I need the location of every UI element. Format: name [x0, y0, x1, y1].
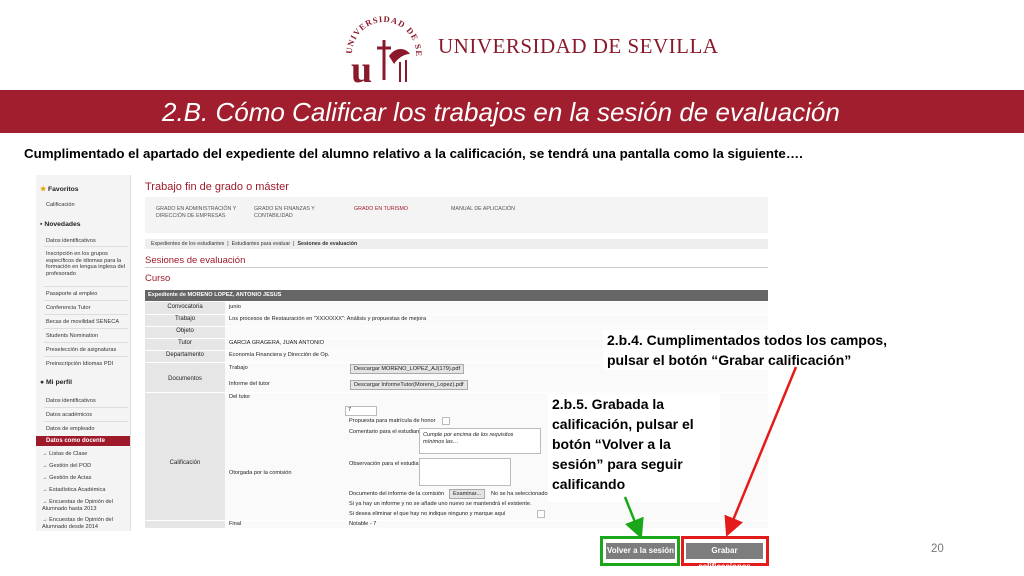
- comentario-value: Cumple por encima de los requisitos míni…: [423, 432, 514, 445]
- label-tutor: Tutor: [178, 340, 192, 346]
- user-icon: ●: [40, 379, 45, 386]
- sidebar-item-calificacion[interactable]: Calificación: [46, 202, 128, 209]
- sidebar-favoritos[interactable]: ★ Favoritos: [40, 185, 79, 193]
- download-informe-button[interactable]: Descargar InformeTutor(Moreno_Lopez).pdf: [350, 380, 468, 390]
- sidebar-item[interactable]: Becas de movilidad SENECA: [46, 319, 128, 326]
- eliminar-checkbox[interactable]: [537, 510, 545, 518]
- label-propuesta-mh: Propuesta para matrícula de honor: [349, 418, 436, 424]
- sidebar-subitem[interactable]: → Gestión del POD: [42, 463, 128, 470]
- sidebar-item[interactable]: Conferencia Tutor: [46, 305, 128, 312]
- label-trabajo: Trabajo: [174, 316, 196, 322]
- sidebar-subitem[interactable]: → Estadística Académica: [42, 487, 128, 494]
- value-convocatoria: junio: [229, 304, 241, 310]
- curso-title: Curso: [145, 273, 171, 284]
- sidebar-item[interactable]: Preinscripción Idiomas PDI: [46, 361, 128, 368]
- label-doc-trabajo: Trabajo: [229, 365, 248, 371]
- label-del-tutor: Del tutor: [229, 394, 251, 400]
- folder-icon: ▪: [40, 221, 43, 228]
- page-number: 20: [931, 543, 944, 555]
- download-trabajo-button[interactable]: Descargar MORENO_LOPEZ_AJ(179).pdf: [350, 364, 465, 374]
- tab-manual[interactable]: MANUAL DE APLICACIÓN: [451, 206, 531, 213]
- app-heading: Trabajo fin de grado o máster: [145, 181, 289, 193]
- sidebar-item[interactable]: Preselección de asignaturas: [46, 347, 128, 354]
- label-eliminar: Si desea eliminar el que hay no indique …: [349, 511, 506, 517]
- arrow-right-icon: →: [42, 451, 48, 457]
- breadcrumb-link[interactable]: Expedientes de los estudiantes: [151, 241, 224, 247]
- label-departamento: Departamento: [165, 352, 205, 358]
- university-name: UNIVERSIDAD DE SEVILLA: [438, 34, 719, 58]
- tab-grado-turismo[interactable]: GRADO EN TURISMO: [354, 206, 424, 213]
- label-otorgada: Otorgada por la comisión: [229, 470, 292, 476]
- label-final: Final: [229, 521, 242, 527]
- section-title: Sesiones de evaluación: [145, 255, 246, 266]
- sidebar-item[interactable]: Datos académicos: [46, 412, 128, 419]
- label-convocatoria: Convocatoria: [167, 304, 203, 310]
- value-trabajo: Los procesos de Restauración en "XXXXXXX…: [229, 316, 427, 322]
- breadcrumb: Expedientes de los estudiantes | Estudia…: [145, 239, 768, 249]
- sidebar: ★ Favoritos Calificación ▪ Novedades Dat…: [36, 175, 131, 531]
- breadcrumb-current: Sesiones de evaluación: [297, 241, 358, 247]
- label-objeto: Objeto: [176, 328, 194, 334]
- breadcrumb-link[interactable]: Estudiantes para evaluar: [232, 241, 291, 247]
- arrow-right-icon: →: [42, 463, 48, 469]
- propuesta-mh-checkbox[interactable]: [442, 417, 450, 425]
- arrow-right-icon: →: [42, 499, 48, 505]
- arrow-right-icon: →: [42, 487, 48, 493]
- callout-volver: 2.b.5. Grabada la calificación, pulsar e…: [548, 394, 720, 502]
- sidebar-item-active[interactable]: Datos como docente: [36, 436, 130, 446]
- label-documento-comision: Documento del informe de la comisión: [349, 491, 445, 497]
- expediente-header-text: Expediente de MORENO LOPEZ, ANTONIO JESU…: [148, 292, 282, 298]
- sidebar-item[interactable]: Students Nomination: [46, 333, 128, 340]
- no-file-text: No se ha seleccionado: [491, 491, 548, 497]
- label-calificacion: Calificación: [169, 460, 201, 466]
- sidebar-item[interactable]: Datos de empleado: [46, 426, 128, 433]
- label-comentario: Comentario para el estudiante: [349, 429, 424, 435]
- grabar-calificaciones-button[interactable]: Grabar calificaciones: [686, 543, 763, 571]
- svg-text:u: u: [351, 49, 372, 86]
- volver-a-la-sesion-button[interactable]: Volver a la sesión: [606, 543, 675, 559]
- intro-text: Cumplimentado el apartado del expediente…: [24, 146, 803, 161]
- arrow-right-icon: →: [42, 475, 48, 481]
- sidebar-subitem[interactable]: → Encuestas de Opinión del Alumnado desd…: [42, 517, 128, 530]
- slide-title: 2.B. Cómo Calificar los trabajos en la s…: [162, 97, 840, 127]
- label-doc-informe: Informe del tutor: [229, 381, 270, 387]
- tutor-grade-field[interactable]: 7: [345, 406, 377, 416]
- sidebar-subitem[interactable]: → Gestión de Actas: [42, 475, 128, 482]
- sidebar-item[interactable]: Inscripción en los grupos específicos de…: [46, 251, 128, 277]
- star-icon: ★: [40, 186, 47, 193]
- informe-notice: Si ya hay un informe y no se añade uno n…: [349, 501, 532, 507]
- arrow-right-icon: →: [42, 517, 48, 523]
- sidebar-subitem[interactable]: → Encuestas de Opinión del Alumnado hast…: [42, 499, 128, 512]
- sidebar-item[interactable]: Pasaporte al empleo: [46, 291, 128, 298]
- tab-grado-finanzas[interactable]: GRADO EN FINANZAS Y CONTABILIDAD: [254, 206, 332, 220]
- sidebar-item[interactable]: Datos identificativos: [46, 238, 128, 245]
- callout-grabar: 2.b.4. Cumplimentados todos los campos, …: [603, 330, 927, 370]
- value-final: Notable - 7: [349, 521, 377, 527]
- examinar-button[interactable]: Examinar...: [449, 489, 485, 499]
- sidebar-subitem[interactable]: → Listas de Clase: [42, 451, 128, 458]
- value-departamento: Economía Financiera y Dirección de Op.: [229, 352, 330, 358]
- label-documentos: Documentos: [168, 376, 202, 382]
- value-tutor: GARCIA GRAGERA, JUAN ANTONIO: [229, 340, 325, 346]
- label-observacion: Observación para el estudiante: [349, 461, 427, 467]
- sidebar-novedades[interactable]: ▪ Novedades: [40, 221, 81, 228]
- sidebar-miperfil[interactable]: ● Mi perfil: [40, 379, 72, 386]
- university-seal-logo: UNIVERSIDAD DE SEVILLA u: [340, 2, 424, 91]
- sidebar-item[interactable]: Datos identificativos: [46, 398, 128, 405]
- tab-grado-ade[interactable]: GRADO EN ADMINISTRACIÓN Y DIRECCIÓN DE E…: [156, 206, 240, 220]
- observacion-textarea[interactable]: [419, 458, 511, 486]
